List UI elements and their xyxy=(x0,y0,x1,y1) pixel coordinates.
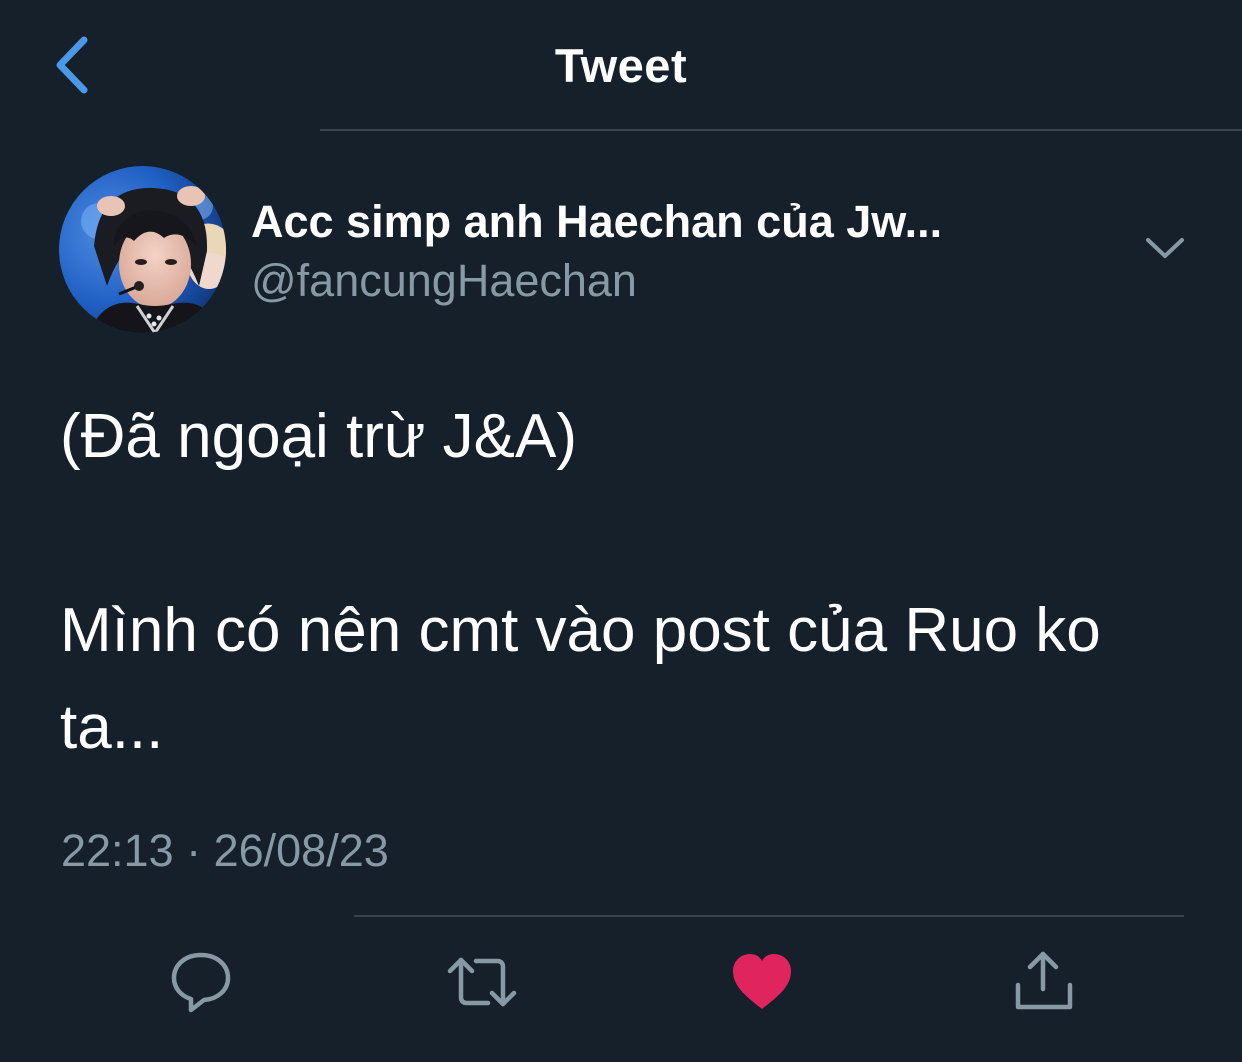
reply-icon xyxy=(171,952,231,1013)
header-divider xyxy=(320,129,1242,131)
like-icon xyxy=(733,954,791,1009)
top-bar: Tweet xyxy=(0,0,1242,131)
actions-divider xyxy=(354,915,1184,917)
tweet-line: (Đã ngoại trừ J&A) xyxy=(60,402,578,471)
page-title: Tweet xyxy=(554,39,688,92)
like-button[interactable] xyxy=(727,947,797,1017)
avatar[interactable] xyxy=(59,166,226,333)
author-handle[interactable]: @fancungHaechan xyxy=(251,255,637,307)
retweet-icon xyxy=(447,957,517,1007)
more-options-button[interactable] xyxy=(1138,226,1192,270)
retweet-button[interactable] xyxy=(446,947,517,1017)
tweet-body: (Đã ngoại trừ J&A) Mình có nên cmt vào p… xyxy=(60,388,1200,776)
reply-button[interactable] xyxy=(166,947,236,1017)
author-display-name[interactable]: Acc simp anh Haechan của Jw... xyxy=(251,196,942,248)
share-icon xyxy=(1015,951,1073,1010)
share-button[interactable] xyxy=(1008,947,1078,1017)
tweet-timestamp[interactable]: 22:13 · 26/08/23 xyxy=(61,825,389,877)
chevron-down-icon xyxy=(1146,238,1184,258)
tweet-line: Mình có nên cmt vào post của Ruo ko ta..… xyxy=(60,596,1101,762)
avatar-photo xyxy=(59,166,226,333)
